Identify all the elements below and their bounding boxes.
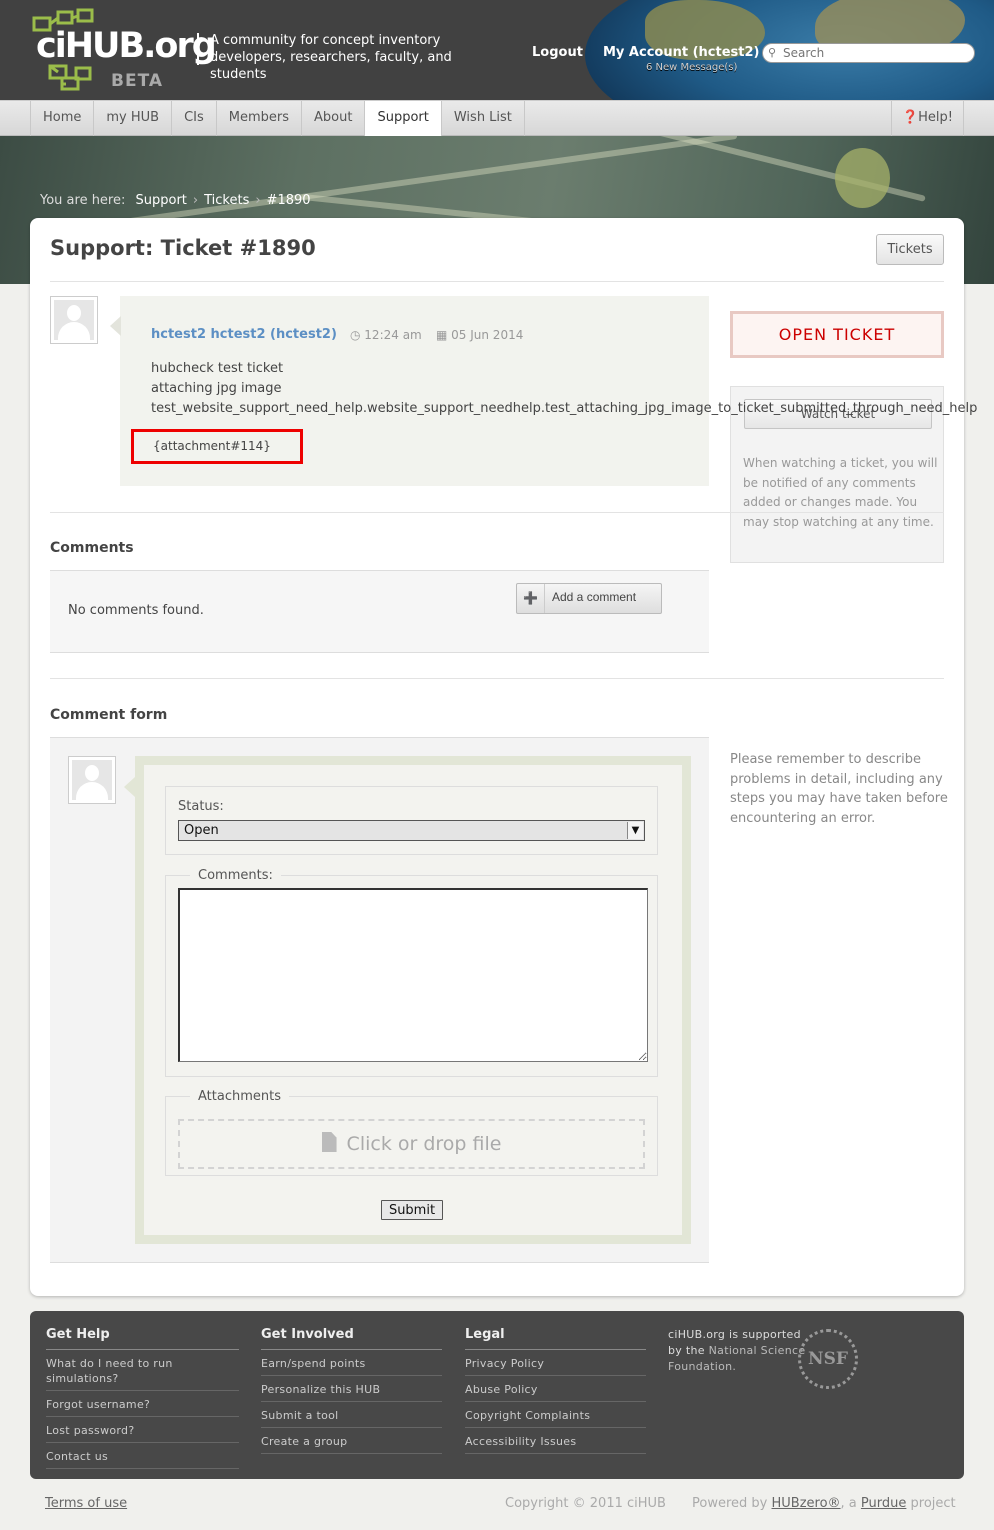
attachments-legend: Attachments xyxy=(198,1089,281,1104)
footer-link[interactable]: Contact us xyxy=(46,1443,239,1469)
footer-heading: Get Help xyxy=(46,1327,239,1350)
chevron-down-icon: ▼ xyxy=(627,822,643,839)
footer-legal: Legal Privacy Policy Abuse Policy Copyri… xyxy=(465,1327,646,1454)
question-icon: ❓ xyxy=(901,110,919,125)
status-select[interactable]: Open ▼ xyxy=(178,820,645,841)
search-box: ⚲ xyxy=(762,43,975,63)
ticket-time: ◷ 12:24 am xyxy=(350,328,422,342)
ticket-status-badge: OPEN TICKET xyxy=(730,311,944,358)
footer-link[interactable]: Personalize this HUB xyxy=(261,1376,442,1402)
nav-item-home[interactable]: Home xyxy=(31,101,95,136)
submit-button[interactable]: Submit xyxy=(381,1200,443,1220)
terms-of-use-link[interactable]: Terms of use xyxy=(45,1496,127,1511)
comments-legend: Comments: xyxy=(198,868,273,883)
search-icon: ⚲ xyxy=(768,46,777,59)
breadcrumb-support[interactable]: Support xyxy=(136,193,187,208)
footer-link[interactable]: What do I need to run simulations? xyxy=(46,1350,239,1391)
breadcrumb: You are here: Support › Tickets › #1890 xyxy=(40,193,311,208)
footer-link[interactable]: Lost password? xyxy=(46,1417,239,1443)
footer-link[interactable]: Accessibility Issues xyxy=(465,1428,646,1454)
search-input[interactable] xyxy=(783,45,968,61)
form-pointer xyxy=(124,777,135,797)
breadcrumb-tickets[interactable]: Tickets xyxy=(204,193,249,208)
form-help-note: Please remember to describe problems in … xyxy=(730,752,948,826)
tickets-button[interactable]: Tickets xyxy=(876,234,944,265)
footer-link[interactable]: Earn/spend points xyxy=(261,1350,442,1376)
footer-link[interactable]: Privacy Policy xyxy=(465,1350,646,1376)
page-title: Support: Ticket #1890 xyxy=(50,236,316,260)
nsf-support-text: ciHUB.org is supported by the National S… xyxy=(668,1328,806,1373)
dropzone-label: Click or drop file xyxy=(346,1133,502,1155)
attachment-placeholder: {attachment#114} xyxy=(131,429,303,464)
main-content: Support: Ticket #1890 Tickets hctest2 hc… xyxy=(30,218,977,1296)
hubzero-link[interactable]: HUBzero® xyxy=(772,1496,841,1511)
copyright-text: Copyright © 2011 ciHUB xyxy=(505,1496,666,1511)
site-footer: Get Help What do I need to run simulatio… xyxy=(30,1311,964,1479)
powered-by-text: Powered by HUBzero®, a Purdue project xyxy=(692,1496,956,1511)
footer-link[interactable]: Forgot username? xyxy=(46,1391,239,1417)
purdue-link[interactable]: Purdue xyxy=(861,1496,906,1511)
footer-link[interactable]: Abuse Policy xyxy=(465,1376,646,1402)
bottom-bar: Terms of use Copyright © 2011 ciHUB Powe… xyxy=(0,1490,994,1520)
add-comment-label: Add a comment xyxy=(552,590,637,604)
beta-badge: BETA xyxy=(111,71,164,91)
logo-text[interactable]: ciHUB.org xyxy=(36,26,217,66)
footer-link[interactable]: Create a group xyxy=(261,1428,442,1454)
ticket-body: hubcheck test ticket attaching jpg image… xyxy=(151,359,977,419)
new-messages-link[interactable]: 6 New Message(s) xyxy=(646,62,737,73)
watch-description: When watching a ticket, you will be noti… xyxy=(743,456,938,529)
nav-item-about[interactable]: About xyxy=(302,101,366,136)
my-account-link[interactable]: My Account (hctest2) xyxy=(603,45,759,60)
site-header: ciHUB.org BETA A community for concept i… xyxy=(0,0,994,100)
nav-item-wish-list[interactable]: Wish List xyxy=(442,101,525,136)
add-comment-button[interactable]: ➕ Add a comment xyxy=(516,583,662,614)
comment-form-heading: Comment form xyxy=(50,707,168,723)
status-selected-value: Open xyxy=(184,823,219,838)
file-dropzone[interactable]: Click or drop file xyxy=(178,1119,645,1169)
file-icon xyxy=(321,1132,337,1152)
ticket-line: attaching jpg image xyxy=(151,381,282,396)
comment-textarea[interactable] xyxy=(178,888,648,1062)
nav-item-cis[interactable]: CIs xyxy=(172,101,217,136)
avatar xyxy=(68,756,116,804)
breadcrumb-current: #1890 xyxy=(266,193,311,208)
nav-item-members[interactable]: Members xyxy=(217,101,303,136)
help-label: Help! xyxy=(918,110,953,125)
main-nav: Home my HUB CIs Members About Support Wi… xyxy=(0,100,994,136)
form-frame: Status: Open ▼ Comments: Attachments Cli… xyxy=(135,756,691,1244)
entry-pointer xyxy=(110,316,121,336)
footer-get-involved: Get Involved Earn/spend points Personali… xyxy=(261,1327,442,1454)
comments-list: No comments found. ➕ Add a comment xyxy=(50,570,709,653)
help-button[interactable]: ❓Help! xyxy=(890,101,964,136)
no-comments-text: No comments found. xyxy=(68,603,204,618)
avatar xyxy=(50,296,98,344)
footer-heading: Get Involved xyxy=(261,1327,442,1350)
form-inner: Status: Open ▼ Comments: Attachments Cli… xyxy=(144,765,682,1235)
comments-heading: Comments xyxy=(50,540,134,556)
nsf-seal-logo: NSF xyxy=(798,1329,858,1389)
calendar-icon: ▦ xyxy=(436,328,452,342)
footer-link[interactable]: Copyright Complaints xyxy=(465,1402,646,1428)
clock-icon: ◷ xyxy=(350,328,365,342)
nav-item-my-hub[interactable]: my HUB xyxy=(94,101,173,136)
comment-form: Status: Open ▼ Comments: Attachments Cli… xyxy=(50,737,709,1263)
ticket-date: ▦ 05 Jun 2014 xyxy=(436,328,524,342)
footer-get-help: Get Help What do I need to run simulatio… xyxy=(46,1327,239,1469)
footer-link[interactable]: Submit a tool xyxy=(261,1402,442,1428)
status-label: Status: xyxy=(178,799,224,814)
ticket-line: hubcheck test ticket xyxy=(151,361,284,376)
footer-heading: Legal xyxy=(465,1327,646,1350)
logout-link[interactable]: Logout xyxy=(532,45,583,60)
site-tagline: A community for concept inventory develo… xyxy=(210,33,452,82)
plus-circle-icon: ➕ xyxy=(517,584,545,613)
ticket-line: test_website_support_need_help.website_s… xyxy=(151,401,978,416)
ticket-author-link[interactable]: hctest2 hctest2 (hctest2) xyxy=(151,327,337,342)
nav-item-support[interactable]: Support xyxy=(365,101,442,136)
logo-divider xyxy=(197,33,199,65)
breadcrumb-prefix: You are here: xyxy=(40,193,126,208)
